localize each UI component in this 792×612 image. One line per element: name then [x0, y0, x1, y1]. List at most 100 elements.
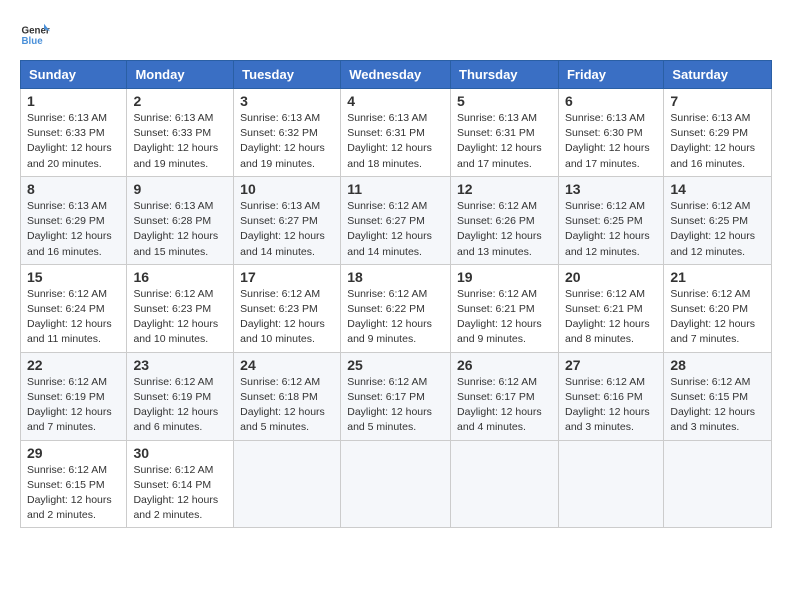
calendar-cell	[234, 440, 341, 528]
column-header-friday: Friday	[558, 61, 663, 89]
calendar-cell: 30 Sunrise: 6:12 AMSunset: 6:14 PMDaylig…	[127, 440, 234, 528]
day-info: Sunrise: 6:12 AMSunset: 6:17 PMDaylight:…	[347, 376, 432, 434]
week-row-4: 22 Sunrise: 6:12 AMSunset: 6:19 PMDaylig…	[21, 352, 772, 440]
day-info: Sunrise: 6:13 AMSunset: 6:30 PMDaylight:…	[565, 112, 650, 170]
day-info: Sunrise: 6:12 AMSunset: 6:23 PMDaylight:…	[133, 288, 218, 346]
day-info: Sunrise: 6:12 AMSunset: 6:27 PMDaylight:…	[347, 200, 432, 258]
calendar-cell: 20 Sunrise: 6:12 AMSunset: 6:21 PMDaylig…	[558, 264, 663, 352]
day-number: 11	[347, 181, 444, 197]
day-info: Sunrise: 6:12 AMSunset: 6:16 PMDaylight:…	[565, 376, 650, 434]
week-row-2: 8 Sunrise: 6:13 AMSunset: 6:29 PMDayligh…	[21, 176, 772, 264]
day-info: Sunrise: 6:12 AMSunset: 6:21 PMDaylight:…	[565, 288, 650, 346]
calendar-cell: 2 Sunrise: 6:13 AMSunset: 6:33 PMDayligh…	[127, 89, 234, 177]
day-number: 6	[565, 93, 657, 109]
day-number: 13	[565, 181, 657, 197]
day-number: 16	[133, 269, 227, 285]
day-info: Sunrise: 6:12 AMSunset: 6:26 PMDaylight:…	[457, 200, 542, 258]
calendar-cell: 11 Sunrise: 6:12 AMSunset: 6:27 PMDaylig…	[341, 176, 451, 264]
calendar-cell	[558, 440, 663, 528]
day-info: Sunrise: 6:12 AMSunset: 6:19 PMDaylight:…	[133, 376, 218, 434]
day-number: 3	[240, 93, 334, 109]
calendar-cell: 16 Sunrise: 6:12 AMSunset: 6:23 PMDaylig…	[127, 264, 234, 352]
day-number: 15	[27, 269, 120, 285]
calendar-cell: 24 Sunrise: 6:12 AMSunset: 6:18 PMDaylig…	[234, 352, 341, 440]
day-info: Sunrise: 6:12 AMSunset: 6:22 PMDaylight:…	[347, 288, 432, 346]
day-number: 23	[133, 357, 227, 373]
calendar-cell: 8 Sunrise: 6:13 AMSunset: 6:29 PMDayligh…	[21, 176, 127, 264]
day-info: Sunrise: 6:13 AMSunset: 6:27 PMDaylight:…	[240, 200, 325, 258]
logo: General Blue	[20, 20, 50, 50]
day-info: Sunrise: 6:12 AMSunset: 6:15 PMDaylight:…	[27, 464, 112, 522]
calendar-cell: 27 Sunrise: 6:12 AMSunset: 6:16 PMDaylig…	[558, 352, 663, 440]
calendar-table: SundayMondayTuesdayWednesdayThursdayFrid…	[20, 60, 772, 528]
day-number: 8	[27, 181, 120, 197]
day-number: 29	[27, 445, 120, 461]
column-header-sunday: Sunday	[21, 61, 127, 89]
calendar-cell: 13 Sunrise: 6:12 AMSunset: 6:25 PMDaylig…	[558, 176, 663, 264]
day-number: 14	[670, 181, 765, 197]
column-header-tuesday: Tuesday	[234, 61, 341, 89]
calendar-cell: 23 Sunrise: 6:12 AMSunset: 6:19 PMDaylig…	[127, 352, 234, 440]
day-info: Sunrise: 6:12 AMSunset: 6:18 PMDaylight:…	[240, 376, 325, 434]
week-row-1: 1 Sunrise: 6:13 AMSunset: 6:33 PMDayligh…	[21, 89, 772, 177]
day-info: Sunrise: 6:12 AMSunset: 6:19 PMDaylight:…	[27, 376, 112, 434]
day-number: 28	[670, 357, 765, 373]
day-number: 20	[565, 269, 657, 285]
day-number: 21	[670, 269, 765, 285]
day-info: Sunrise: 6:13 AMSunset: 6:33 PMDaylight:…	[133, 112, 218, 170]
calendar-cell: 29 Sunrise: 6:12 AMSunset: 6:15 PMDaylig…	[21, 440, 127, 528]
calendar-cell: 7 Sunrise: 6:13 AMSunset: 6:29 PMDayligh…	[664, 89, 772, 177]
day-number: 17	[240, 269, 334, 285]
calendar-cell: 1 Sunrise: 6:13 AMSunset: 6:33 PMDayligh…	[21, 89, 127, 177]
day-info: Sunrise: 6:12 AMSunset: 6:24 PMDaylight:…	[27, 288, 112, 346]
day-number: 19	[457, 269, 552, 285]
day-number: 18	[347, 269, 444, 285]
svg-text:Blue: Blue	[22, 36, 44, 47]
day-number: 26	[457, 357, 552, 373]
day-info: Sunrise: 6:13 AMSunset: 6:31 PMDaylight:…	[457, 112, 542, 170]
calendar-cell	[664, 440, 772, 528]
calendar-cell: 18 Sunrise: 6:12 AMSunset: 6:22 PMDaylig…	[341, 264, 451, 352]
day-number: 27	[565, 357, 657, 373]
calendar-cell: 28 Sunrise: 6:12 AMSunset: 6:15 PMDaylig…	[664, 352, 772, 440]
calendar-cell: 26 Sunrise: 6:12 AMSunset: 6:17 PMDaylig…	[451, 352, 559, 440]
day-number: 10	[240, 181, 334, 197]
day-number: 9	[133, 181, 227, 197]
calendar-cell: 12 Sunrise: 6:12 AMSunset: 6:26 PMDaylig…	[451, 176, 559, 264]
day-info: Sunrise: 6:13 AMSunset: 6:28 PMDaylight:…	[133, 200, 218, 258]
day-info: Sunrise: 6:12 AMSunset: 6:14 PMDaylight:…	[133, 464, 218, 522]
week-row-3: 15 Sunrise: 6:12 AMSunset: 6:24 PMDaylig…	[21, 264, 772, 352]
day-number: 4	[347, 93, 444, 109]
calendar-cell: 5 Sunrise: 6:13 AMSunset: 6:31 PMDayligh…	[451, 89, 559, 177]
calendar-header-row: SundayMondayTuesdayWednesdayThursdayFrid…	[21, 61, 772, 89]
day-info: Sunrise: 6:13 AMSunset: 6:32 PMDaylight:…	[240, 112, 325, 170]
day-number: 7	[670, 93, 765, 109]
header: General Blue	[20, 20, 772, 50]
day-info: Sunrise: 6:13 AMSunset: 6:31 PMDaylight:…	[347, 112, 432, 170]
day-number: 30	[133, 445, 227, 461]
calendar-cell: 25 Sunrise: 6:12 AMSunset: 6:17 PMDaylig…	[341, 352, 451, 440]
day-info: Sunrise: 6:12 AMSunset: 6:20 PMDaylight:…	[670, 288, 755, 346]
column-header-saturday: Saturday	[664, 61, 772, 89]
calendar-cell: 9 Sunrise: 6:13 AMSunset: 6:28 PMDayligh…	[127, 176, 234, 264]
calendar-cell: 4 Sunrise: 6:13 AMSunset: 6:31 PMDayligh…	[341, 89, 451, 177]
day-number: 25	[347, 357, 444, 373]
calendar-cell: 14 Sunrise: 6:12 AMSunset: 6:25 PMDaylig…	[664, 176, 772, 264]
logo-icon: General Blue	[20, 20, 50, 50]
day-info: Sunrise: 6:12 AMSunset: 6:21 PMDaylight:…	[457, 288, 542, 346]
day-number: 2	[133, 93, 227, 109]
day-info: Sunrise: 6:12 AMSunset: 6:25 PMDaylight:…	[565, 200, 650, 258]
day-number: 5	[457, 93, 552, 109]
calendar-cell: 6 Sunrise: 6:13 AMSunset: 6:30 PMDayligh…	[558, 89, 663, 177]
day-number: 12	[457, 181, 552, 197]
day-info: Sunrise: 6:13 AMSunset: 6:29 PMDaylight:…	[27, 200, 112, 258]
column-header-wednesday: Wednesday	[341, 61, 451, 89]
day-info: Sunrise: 6:13 AMSunset: 6:29 PMDaylight:…	[670, 112, 755, 170]
calendar-cell: 17 Sunrise: 6:12 AMSunset: 6:23 PMDaylig…	[234, 264, 341, 352]
day-number: 22	[27, 357, 120, 373]
calendar-cell: 10 Sunrise: 6:13 AMSunset: 6:27 PMDaylig…	[234, 176, 341, 264]
day-info: Sunrise: 6:12 AMSunset: 6:23 PMDaylight:…	[240, 288, 325, 346]
calendar-cell: 15 Sunrise: 6:12 AMSunset: 6:24 PMDaylig…	[21, 264, 127, 352]
day-info: Sunrise: 6:13 AMSunset: 6:33 PMDaylight:…	[27, 112, 112, 170]
calendar-cell: 22 Sunrise: 6:12 AMSunset: 6:19 PMDaylig…	[21, 352, 127, 440]
